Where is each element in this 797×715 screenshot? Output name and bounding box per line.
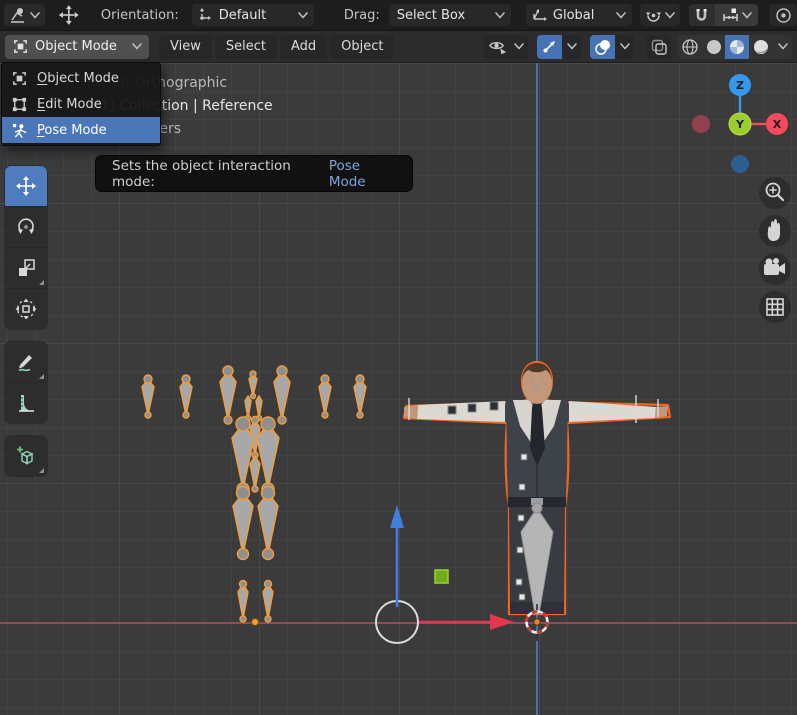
chevron-down-icon (665, 11, 675, 18)
show-overlays-button[interactable] (590, 34, 615, 59)
menu-item-edit-mode[interactable]: Edit Mode (2, 91, 160, 117)
measure-ruler-icon (19, 395, 34, 412)
tooltip: Sets the object interaction mode: Pose M… (95, 155, 413, 192)
tool-move[interactable] (5, 166, 47, 206)
chevron-down-icon (777, 43, 788, 50)
chevron-down-icon (29, 11, 40, 18)
pivot-point-icon (645, 12, 661, 22)
transform-space-value: Global (552, 7, 595, 23)
orientation-label: Orientation: (100, 7, 179, 23)
mode-value: Object Mode (35, 39, 117, 54)
chevron-down-icon (298, 11, 308, 18)
menu-add[interactable]: Add (279, 34, 328, 59)
xray-toggle-button[interactable] (646, 34, 671, 59)
chevron-down-icon (616, 11, 627, 18)
chevron-down-icon (514, 43, 524, 50)
add-cube-icon (17, 446, 34, 465)
chevron-down-icon (741, 11, 752, 18)
orientation-value: Default (218, 7, 267, 23)
menu-view[interactable]: View (159, 34, 212, 59)
pivot-point-dropdown[interactable] (640, 4, 680, 26)
move-tool-icon (16, 176, 36, 196)
menu-object[interactable]: Object (330, 34, 395, 59)
menu-select[interactable]: Select (214, 34, 277, 59)
overlays-toggle-group[interactable] (590, 34, 634, 59)
orientation-axes-icon (199, 8, 211, 20)
eye-visibility-icon (488, 42, 506, 55)
move-gizmo-icon[interactable] (58, 4, 80, 26)
tool-measure[interactable] (5, 382, 47, 423)
snap-settings-dropdown[interactable] (715, 4, 759, 26)
drag-label: Drag: (343, 7, 380, 23)
visibility-dropdown[interactable] (484, 34, 528, 59)
chevron-down-icon (495, 11, 505, 18)
overlays-icon (594, 39, 610, 55)
shading-dropdown[interactable] (773, 34, 792, 59)
edit-mode-icon (12, 97, 27, 111)
tool-annotate[interactable] (5, 342, 47, 382)
pose-mode-icon (12, 123, 27, 138)
proportional-editing-button[interactable] (769, 4, 797, 26)
mode-dropdown[interactable]: Object Mode (5, 34, 149, 59)
orientation-dropdown[interactable]: Default (191, 4, 314, 26)
tool-settings-bar: Orientation: Default Drag: Select Box Gl… (0, 0, 797, 31)
shading-rendered-button[interactable] (749, 34, 773, 59)
xray-icon (651, 39, 667, 55)
annotate-pen-icon (18, 355, 32, 372)
object-mode-icon (14, 40, 27, 53)
tool-rotate[interactable] (5, 206, 47, 247)
shading-solid-button[interactable] (702, 34, 725, 59)
tool-add-cube[interactable] (5, 436, 47, 476)
menu-item-object-mode[interactable]: Object Mode (2, 65, 160, 91)
shading-wireframe-button[interactable] (678, 34, 702, 59)
menu-item-pose-mode[interactable]: Pose Mode (2, 117, 160, 143)
gizmos-toggle-group[interactable] (537, 34, 581, 59)
drag-mode-value: Select Box (396, 7, 466, 23)
gizmo-arrow-icon (543, 41, 555, 53)
solid-sphere-icon (706, 39, 721, 54)
blender-window: Front Orthographic (1) Collection | Refe… (0, 0, 797, 715)
rotate-tool-icon (18, 218, 34, 234)
chevron-down-icon (619, 43, 630, 50)
object-mode-icon (13, 71, 26, 85)
wireframe-sphere-icon (682, 38, 698, 55)
transform-orientation-dropdown[interactable]: Global (525, 4, 633, 26)
magnet-icon (696, 8, 707, 21)
material-preview-sphere-icon (730, 39, 744, 54)
drag-mode-dropdown[interactable]: Select Box (388, 4, 511, 26)
shading-material-button[interactable] (725, 34, 749, 59)
chevron-down-icon (566, 43, 577, 50)
snap-toggle-button[interactable] (688, 4, 716, 26)
transform-tool-icon (15, 298, 37, 320)
scale-tool-icon (19, 259, 35, 276)
proportional-editing-icon (775, 7, 791, 23)
tool-scale[interactable] (5, 247, 47, 288)
tool-transform[interactable] (5, 288, 47, 329)
global-axes-icon (533, 9, 547, 21)
rendered-sphere-icon (754, 39, 768, 54)
increment-snap-icon (723, 8, 738, 21)
viewport-header: Object Mode View Select Add Object (0, 31, 797, 63)
chevron-down-icon (132, 43, 142, 50)
tool-falloff-icon (10, 7, 24, 23)
toolbar (5, 166, 47, 476)
show-gizmo-button[interactable] (537, 34, 562, 59)
tooltip-text: Sets the object interaction mode: (112, 157, 291, 190)
shading-mode-group (678, 34, 792, 59)
mode-select-menu: Object Mode Edit Mode Pose Mode (1, 62, 161, 146)
active-tool-dropdown[interactable] (4, 4, 46, 26)
tooltip-value: Pose Mode (328, 157, 366, 190)
